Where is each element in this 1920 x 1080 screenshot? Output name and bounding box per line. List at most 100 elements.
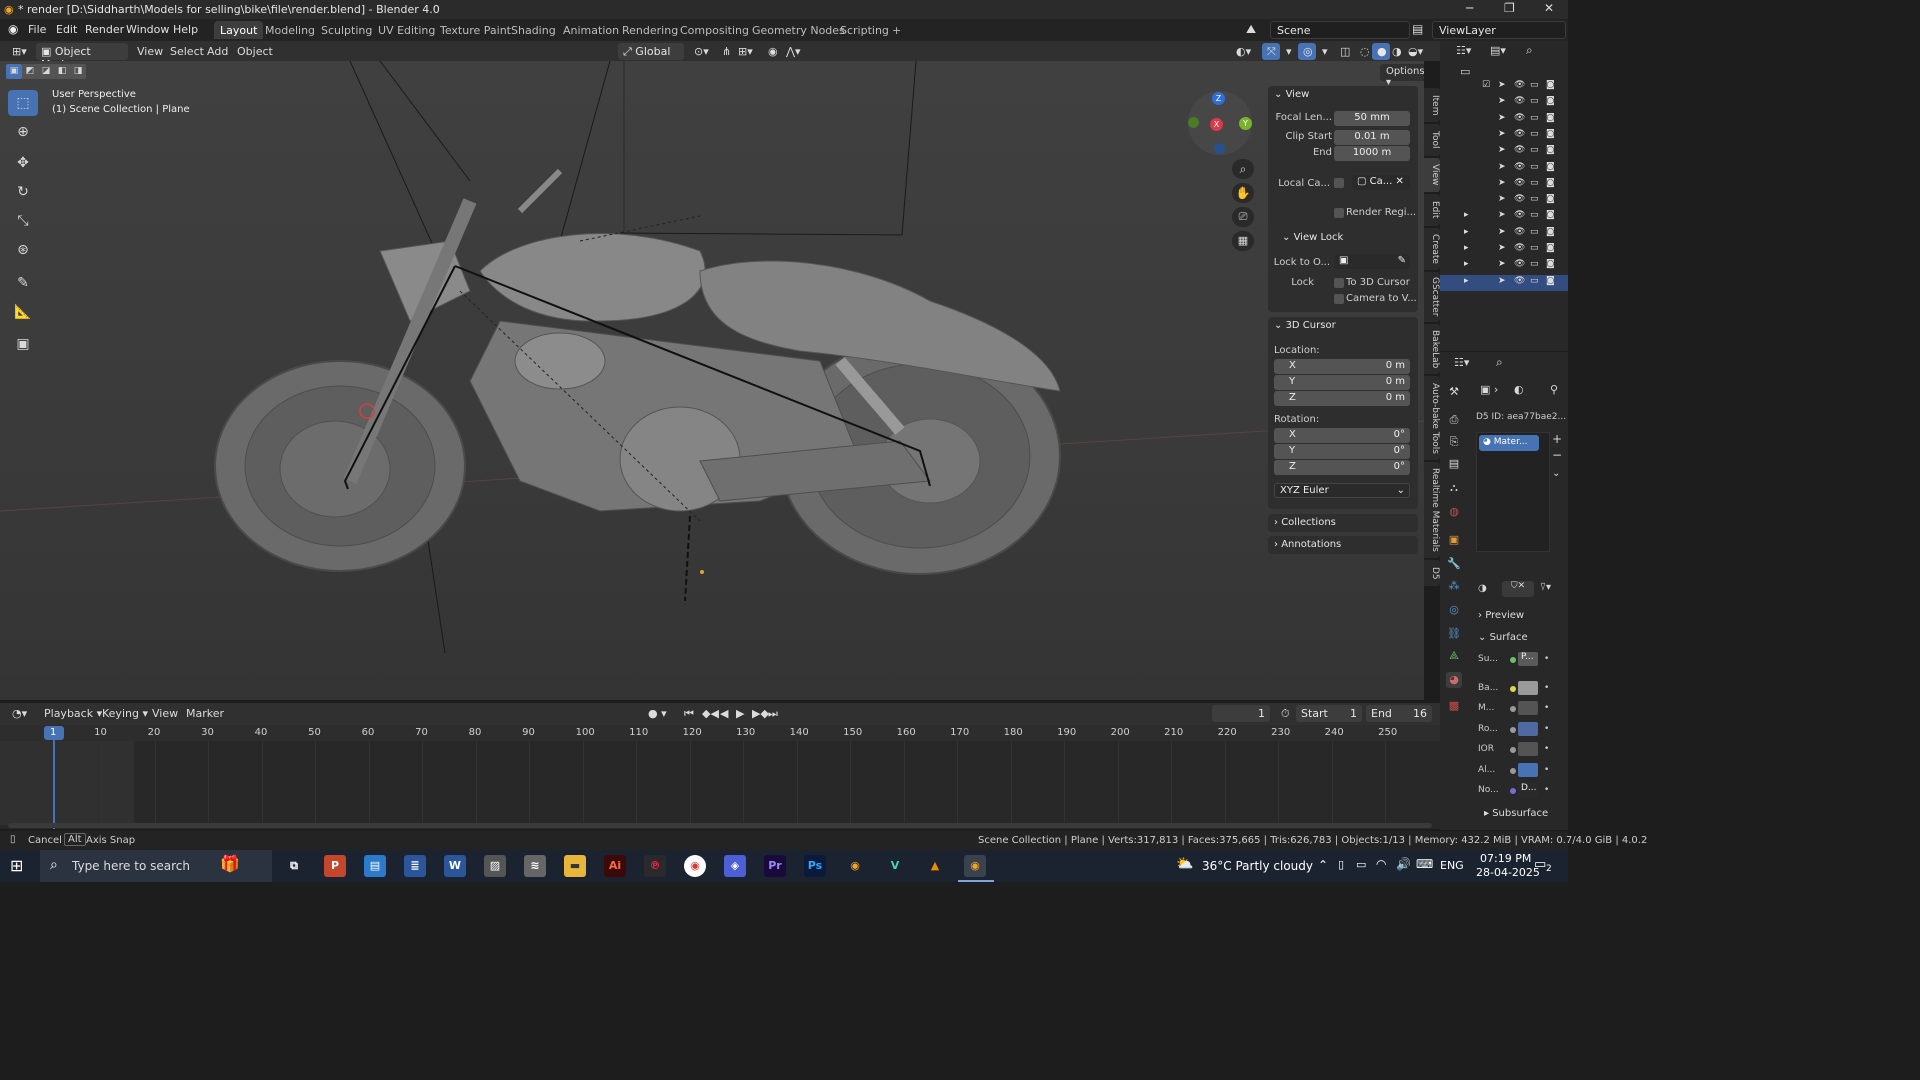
cursor-section-header[interactable]: ⌄ 3D Cursor bbox=[1274, 320, 1336, 331]
snap-icon[interactable]: ⋔ bbox=[718, 43, 735, 60]
eye-icon[interactable]: 👁 bbox=[1514, 80, 1525, 90]
view-lock-header[interactable]: ⌄ View Lock bbox=[1282, 232, 1343, 243]
menu-object[interactable]: Object bbox=[233, 43, 277, 60]
keyframe-dot-icon[interactable]: • bbox=[1544, 744, 1549, 754]
texture-tab-icon[interactable]: ▩ bbox=[1446, 698, 1462, 714]
outliner-checkbox-icon[interactable]: ☑ bbox=[1482, 80, 1490, 90]
output-tab-icon[interactable]: ⎘ bbox=[1446, 434, 1462, 450]
m365-icon[interactable]: ◈ bbox=[724, 855, 746, 877]
select-arrow-icon[interactable]: ➤ bbox=[1498, 227, 1506, 237]
socket-dot-icon[interactable] bbox=[1510, 726, 1516, 733]
eye-icon[interactable]: 👁 bbox=[1514, 162, 1525, 172]
outliner-row[interactable]: ➤ 👁 ▭ ◙ bbox=[1440, 161, 1568, 177]
expand-arrow-icon[interactable]: ▸ bbox=[1464, 276, 1469, 286]
outliner-row[interactable]: ▸ ➤ 👁 ▭ ◙ bbox=[1440, 242, 1568, 258]
overlay-toggle-icon[interactable]: ◎ bbox=[1298, 43, 1316, 60]
monitor-icon[interactable]: ▭ bbox=[1530, 162, 1539, 172]
menu-add[interactable]: Add bbox=[203, 43, 232, 60]
menu-select[interactable]: Select bbox=[166, 43, 208, 60]
add-cube-tool-icon[interactable]: ▣ bbox=[8, 331, 38, 357]
language-indicator[interactable]: ENG bbox=[1440, 859, 1464, 872]
properties-editor-icon[interactable]: ☷▾ bbox=[1454, 356, 1469, 369]
camera-render-icon[interactable]: ◙ bbox=[1546, 276, 1555, 286]
view-layer-tab-icon[interactable]: ▤ bbox=[1446, 456, 1462, 472]
ortho-toggle-icon[interactable]: ▦ bbox=[1232, 231, 1254, 251]
socket-dot-icon[interactable] bbox=[1510, 706, 1516, 712]
monitor-icon[interactable]: ▭ bbox=[1530, 129, 1539, 139]
weather-text[interactable]: 36°C Partly cloudy bbox=[1202, 859, 1313, 873]
app-icon[interactable]: ≣ bbox=[404, 855, 426, 877]
blender-taskbar-icon[interactable]: ◉ bbox=[844, 855, 866, 877]
keyframe-dot-icon[interactable]: • bbox=[1544, 724, 1549, 734]
physics-tab-icon[interactable]: ◎ bbox=[1446, 602, 1462, 618]
tab-item[interactable]: Item bbox=[1424, 88, 1440, 122]
select-arrow-icon[interactable]: ➤ bbox=[1498, 194, 1506, 204]
timeline[interactable]: 1 10 20 30 40 50 60 70 80 90 100 110 120 130 140 150 160… bbox=[0, 725, 1440, 829]
tab-gscatter[interactable]: GScatter bbox=[1424, 272, 1440, 322]
keyframe-dot-icon[interactable]: • bbox=[1544, 654, 1549, 664]
tab-shading[interactable]: Shading bbox=[505, 21, 562, 39]
lock-to-object-field[interactable]: ▣ ✎ bbox=[1334, 254, 1410, 269]
outliner-row[interactable]: ➤ 👁 ▭ ◙ bbox=[1440, 177, 1568, 193]
timeline-editor-icon[interactable]: ◔▾ bbox=[8, 705, 31, 722]
camera-render-icon[interactable]: ◙ bbox=[1546, 96, 1555, 106]
blender-active-icon[interactable]: ◉ bbox=[964, 855, 986, 877]
eye-icon[interactable]: 👁 bbox=[1514, 210, 1525, 220]
falloff-icon[interactable]: ⋀▾ bbox=[782, 43, 805, 60]
outliner-row[interactable]: ➤ 👁 ▭ ◙ bbox=[1440, 193, 1568, 209]
surface-row-value[interactable]: D... bbox=[1518, 783, 1538, 797]
monitor-icon[interactable]: ▭ bbox=[1530, 113, 1539, 123]
file-explorer-icon[interactable]: ▬ bbox=[564, 855, 586, 877]
tab-d5[interactable]: D5 bbox=[1424, 560, 1440, 586]
menu-file[interactable]: File bbox=[28, 23, 46, 36]
camera-render-icon[interactable]: ◙ bbox=[1546, 129, 1555, 139]
options-button[interactable]: Options ▾ bbox=[1380, 64, 1424, 88]
select-arrow-icon[interactable]: ➤ bbox=[1498, 259, 1506, 269]
word-icon[interactable]: W bbox=[444, 855, 466, 877]
view-layer-selector[interactable]: ViewLayer bbox=[1432, 21, 1566, 39]
tab-edit[interactable]: Edit bbox=[1424, 194, 1440, 226]
camera-render-icon[interactable]: ◙ bbox=[1546, 259, 1555, 269]
camera-render-icon[interactable]: ◙ bbox=[1546, 80, 1555, 90]
record-icon[interactable]: ● ▾ bbox=[644, 705, 671, 722]
tab-layout[interactable]: Layout bbox=[214, 21, 264, 39]
expand-arrow-icon[interactable]: ▸ bbox=[1464, 243, 1469, 253]
socket-dot-icon[interactable] bbox=[1510, 657, 1516, 663]
constraint-tab-icon[interactable]: ⛓ bbox=[1446, 626, 1462, 642]
expand-arrow-icon[interactable]: ▸ bbox=[1464, 227, 1469, 237]
shield-icon[interactable]: ⛉✕ bbox=[1502, 581, 1534, 597]
clip-end-field[interactable]: 1000 m bbox=[1334, 146, 1410, 161]
tab-compositing[interactable]: Compositing bbox=[674, 21, 755, 39]
vlc-icon[interactable]: ▲ bbox=[924, 855, 946, 877]
collections-section[interactable]: › Collections bbox=[1268, 514, 1418, 532]
menu-view[interactable]: View bbox=[133, 43, 167, 60]
camera-render-icon[interactable]: ◙ bbox=[1546, 243, 1555, 253]
eye-icon[interactable]: 👁 bbox=[1514, 113, 1525, 123]
gizmo-toggle-icon[interactable]: ⤧ bbox=[1262, 43, 1280, 60]
xray-icon[interactable]: ◫ bbox=[1336, 43, 1354, 60]
keyframe-dot-icon[interactable]: • bbox=[1544, 785, 1549, 795]
jump-start-icon[interactable]: ⏮ bbox=[680, 705, 698, 722]
keyboard-icon[interactable]: ⌨ bbox=[1416, 857, 1433, 871]
preview-header[interactable]: › Preview bbox=[1478, 610, 1524, 621]
material-slot[interactable]: ◕ Mater... bbox=[1479, 435, 1539, 451]
rendered-shading-icon[interactable]: ◒▾ bbox=[1404, 43, 1427, 60]
camera-render-icon[interactable]: ◙ bbox=[1546, 113, 1555, 123]
cursor-rot-z-field[interactable]: Z 0° bbox=[1274, 460, 1410, 475]
menu-help[interactable]: Help bbox=[173, 23, 198, 36]
eye-icon[interactable]: 👁 bbox=[1514, 243, 1525, 253]
outliner-row[interactable]: ➤ 👁 ▭ ◙ bbox=[1440, 144, 1568, 160]
wireframe-shading-icon[interactable]: ◌ bbox=[1356, 43, 1374, 60]
outliner-row[interactable]: ▸ ➤ 👁 ▭ ◙ bbox=[1440, 258, 1568, 274]
tab-uv-editing[interactable]: UV Editing bbox=[372, 21, 441, 39]
outliner-row[interactable]: ➤ 👁 ▭ ◙ bbox=[1440, 128, 1568, 144]
keyframe-dot-icon[interactable]: • bbox=[1544, 765, 1549, 775]
network-icon[interactable]: ▭ bbox=[1356, 858, 1366, 871]
outliner-search-icon[interactable]: ⌕ bbox=[1526, 43, 1533, 58]
monitor-icon[interactable]: ▭ bbox=[1530, 210, 1539, 220]
render-tab-icon[interactable]: ⎙ bbox=[1446, 412, 1462, 428]
transform-tool-icon[interactable]: ⊛ bbox=[8, 237, 38, 263]
proportional-edit-icon[interactable]: ◉ bbox=[764, 43, 782, 60]
minimize-icon[interactable]: ─ bbox=[1466, 1, 1473, 15]
camera-render-icon[interactable]: ◙ bbox=[1546, 210, 1555, 220]
